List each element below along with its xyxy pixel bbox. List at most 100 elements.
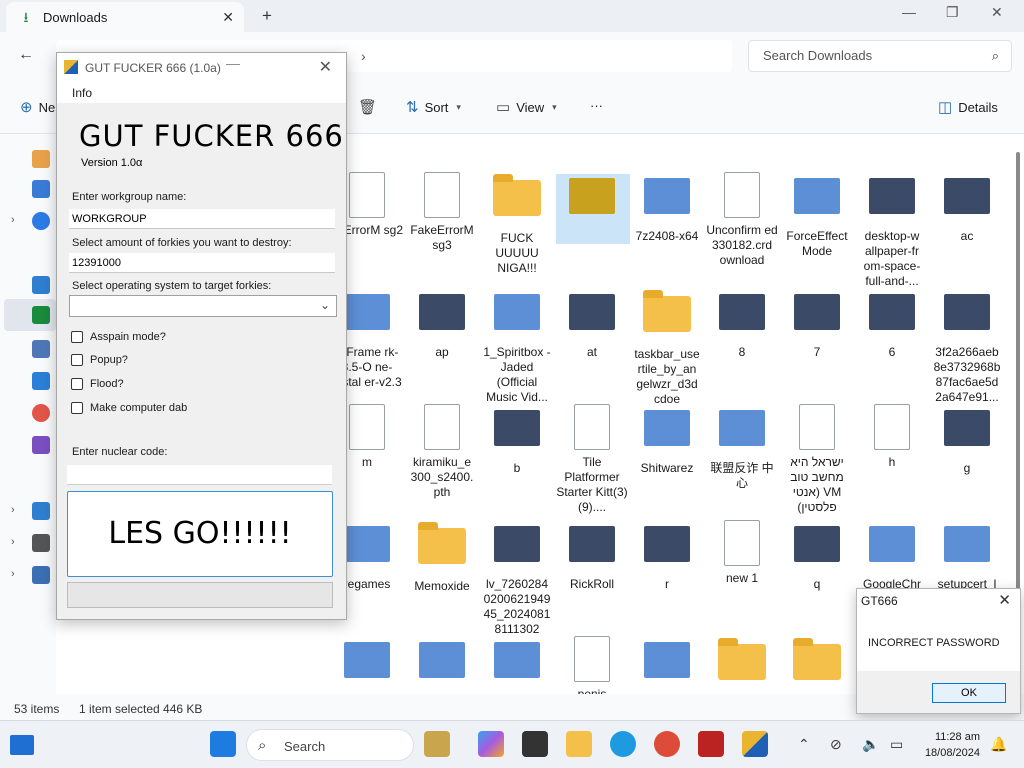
app-icon[interactable] [522,731,548,757]
menu-info[interactable]: Info [72,86,92,100]
system-clock[interactable]: 11:28 am 18/08/2024 [916,729,980,761]
checkbox-box[interactable] [71,354,83,366]
file-item[interactable]: FUCK UUUUU NIGA!!! [480,172,554,276]
pirate-ship-icon[interactable] [424,731,450,757]
file-item[interactable]: taskbar_use rtile_by_an gelwzr_d3d cdoe [630,288,704,407]
workgroup-input[interactable] [69,209,335,229]
sort-button[interactable]: ⇅ Sort ▾ [406,98,461,116]
desktop-icon[interactable] [32,276,50,294]
file-item[interactable]: 8 [705,288,779,360]
taskbar-search[interactable]: ⌕ Search [246,729,414,761]
start-button[interactable] [210,731,236,757]
message-box-close-button[interactable]: ✕ [998,591,1011,609]
file-item[interactable]: Shitwarez [630,404,704,476]
documents-icon[interactable] [32,340,50,358]
file-item[interactable]: Unconfirm ed 330182.crd ownload [705,172,779,268]
file-item[interactable]: ישראל היא מחשב טוב אנטי) VM (פלסטין [780,404,854,515]
notification-bell-icon[interactable]: 🔔 [990,736,1007,753]
back-arrow-icon[interactable]: ← [18,46,34,64]
file-item[interactable]: penis [555,636,629,702]
speaker-icon[interactable]: 🔈 [862,736,879,753]
close-button[interactable]: ✕ [991,4,1003,21]
gut-minimize-button[interactable]: — [226,55,240,71]
chevron-right-icon[interactable]: › [11,504,15,516]
file-item[interactable]: RickRoll [555,520,629,592]
network-icon[interactable]: ⊘ [830,736,842,753]
file-item[interactable]: 1_Spiritbox - Jaded (Official Music Vid.… [480,288,554,405]
battery-icon[interactable]: ▭ [890,736,903,753]
file-item[interactable]: setupcert_l [930,520,1004,592]
chrome-icon[interactable] [654,731,680,757]
file-item[interactable]: desktop-w allpaper-fr om-space- full-and… [855,172,929,289]
search-input[interactable] [763,48,973,63]
file-item[interactable]: 3f2a266aeb 8e3732968b 87fac6ae5d 2a647e9… [930,288,1004,405]
widgets-icon[interactable] [10,735,34,755]
os-dropdown[interactable]: ⌄ [69,295,337,317]
file-item[interactable]: Memoxide [405,520,479,594]
pictures-icon[interactable] [32,372,50,390]
delete-button[interactable]: 🗑 [358,98,377,116]
tab-close-icon[interactable]: ✕ [222,9,234,26]
file-item[interactable]: 7z2408-x64 [630,172,704,244]
file-item[interactable]: b [480,404,554,476]
checkbox-box[interactable] [71,331,83,343]
file-item[interactable]: q [780,520,854,592]
file-item[interactable]: 7 [780,288,854,360]
file-item[interactable]: GT666 [555,172,630,244]
chevron-right-icon[interactable]: › [11,568,15,580]
file-item[interactable]: ac [930,172,1004,244]
file-item[interactable]: ap [405,288,479,360]
file-item[interactable]: lv_7260284 0200621949 45_2024081 8111302 [480,520,554,637]
flood-checkbox[interactable]: Flood? [71,378,124,390]
home-icon[interactable] [32,150,50,168]
dab-checkbox[interactable]: Make computer dab [71,402,187,414]
file-item[interactable]: new 1 [705,520,779,586]
chevron-right-icon[interactable]: › [11,536,15,548]
more-options-button[interactable]: ··· [590,98,603,113]
popup-checkbox[interactable]: Popup? [71,354,128,366]
search-box[interactable]: ⌕ [748,40,1012,72]
file-explorer-icon[interactable] [566,731,592,757]
drive-icon[interactable] [32,534,50,552]
file-item[interactable]: FakeErrorM sg3 [405,172,479,253]
amount-input[interactable] [69,253,335,273]
file-item[interactable]: h [855,404,929,470]
gallery-icon[interactable] [32,180,50,198]
new-tab-button[interactable]: + [262,6,272,26]
this-pc-icon[interactable] [32,502,50,520]
maximize-button[interactable]: ❐ [946,4,959,21]
asspain-checkbox[interactable]: Asspain mode? [71,331,166,343]
checkbox-box[interactable] [71,378,83,390]
music-icon[interactable] [32,404,50,422]
network-icon[interactable] [32,566,50,584]
gut-fucker-taskbar-icon[interactable] [742,731,768,757]
new-button[interactable]: ⊕ Ne [20,98,55,116]
copilot-icon[interactable] [478,731,504,757]
details-button[interactable]: ◫ Details [938,98,998,116]
onedrive-icon[interactable] [32,212,50,230]
tab-downloads[interactable]: ⭳ Downloads ✕ [6,2,244,32]
file-item[interactable]: g [930,404,1004,476]
app-icon[interactable] [698,731,724,757]
view-button[interactable]: ▭ View ▾ [496,98,557,116]
file-item[interactable]: GoogleChr [855,520,929,592]
nuclear-code-input[interactable] [67,465,332,485]
les-go-button[interactable]: LES GO!!!!!! [67,491,333,577]
file-item[interactable]: kiramiku_e 300_s2400. pth [405,404,479,500]
file-item[interactable]: 6 [855,288,929,360]
file-item[interactable]: at [555,288,629,360]
checkbox-box[interactable] [71,402,83,414]
file-item[interactable]: Tile Platformer Starter Kitt(3)(9).... [555,404,629,515]
file-item[interactable]: r [630,520,704,592]
chevron-right-icon[interactable]: › [11,214,15,226]
videos-icon[interactable] [32,436,50,454]
ok-button[interactable]: OK [932,683,1006,703]
downloads-icon[interactable] [32,306,50,324]
gut-close-button[interactable]: ✕ [319,57,332,77]
search-icon[interactable]: ⌕ [992,48,999,64]
file-item[interactable]: ForceEffect Mode [780,172,854,259]
file-item[interactable]: 联盟反诈 中心 [705,404,779,491]
edge-icon[interactable] [610,731,636,757]
minimize-button[interactable]: — [902,4,916,20]
chevron-up-icon[interactable]: ⌃ [798,736,810,753]
